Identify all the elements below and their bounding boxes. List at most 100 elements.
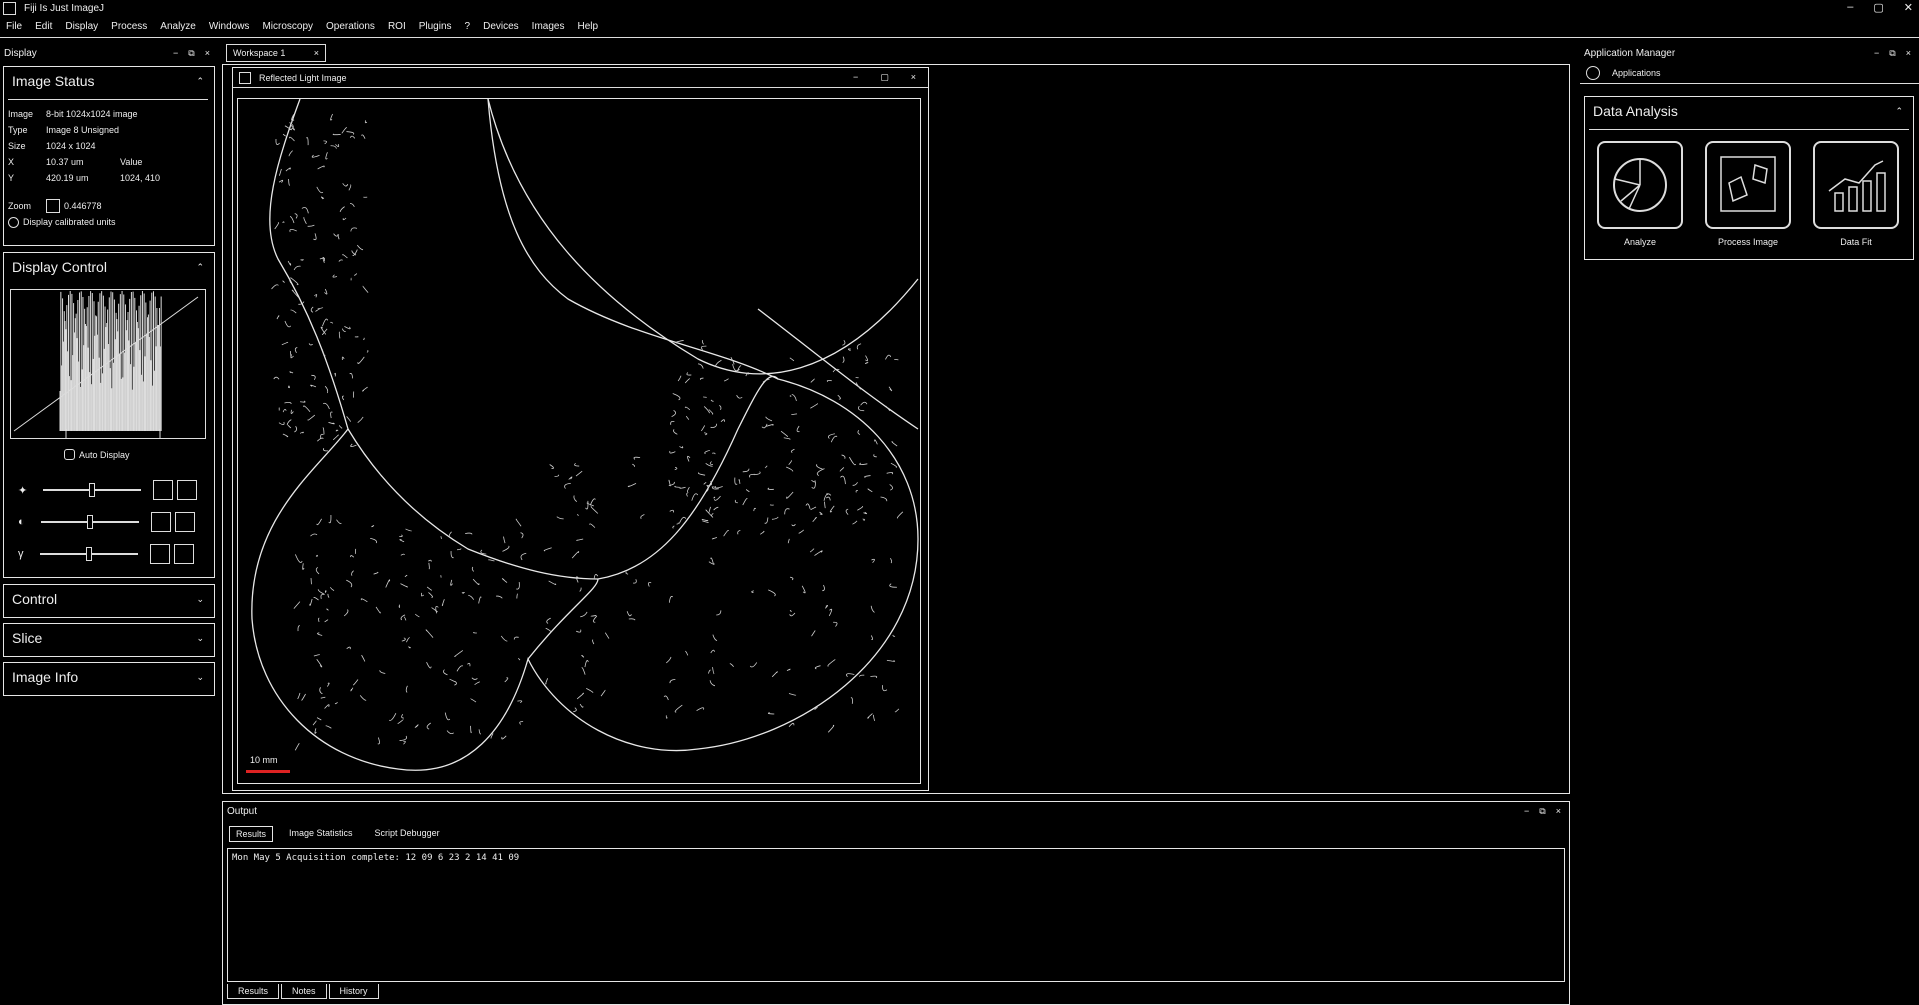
data-analysis-header[interactable]: Data Analysis ⌃ xyxy=(1585,97,1913,125)
expand-icon[interactable]: ⌄ xyxy=(196,672,204,683)
edge-stroke xyxy=(316,659,323,668)
expand-icon[interactable]: ⌄ xyxy=(196,594,204,605)
menu-windows[interactable]: Windows xyxy=(209,21,250,32)
menu-devices[interactable]: Devices xyxy=(483,21,519,32)
maximize-button[interactable]: ▢ xyxy=(1873,1,1883,14)
edge-stroke xyxy=(315,554,318,557)
edge-stroke xyxy=(576,514,579,516)
edge-stroke xyxy=(308,343,313,346)
menu-plugins[interactable]: Plugins xyxy=(419,21,452,32)
menu-analyze[interactable]: Analyze xyxy=(160,21,196,32)
edge-stroke xyxy=(299,431,304,434)
edge-stroke xyxy=(375,606,381,614)
collapse-icon[interactable]: ⌃ xyxy=(196,76,204,87)
edge-stroke xyxy=(278,179,284,183)
analyze-tile[interactable] xyxy=(1597,141,1683,229)
edge-stroke xyxy=(700,345,707,350)
slice-section[interactable]: Slice ⌄ xyxy=(3,623,215,657)
viewer-minimize-icon[interactable]: − xyxy=(853,72,858,83)
bottom-tab-notes[interactable]: Notes xyxy=(281,984,327,999)
data-fit-tile[interactable] xyxy=(1813,141,1899,229)
tab-results[interactable]: Results xyxy=(229,826,274,842)
apply-button[interactable] xyxy=(173,544,194,564)
menu-display[interactable]: Display xyxy=(65,21,98,32)
apply-button[interactable] xyxy=(174,512,195,532)
menu-question[interactable]: ? xyxy=(465,21,471,32)
edge-stroke xyxy=(450,579,453,586)
auto-display-checkbox[interactable] xyxy=(64,449,75,460)
slider-knob[interactable] xyxy=(86,515,93,529)
slider-knob[interactable] xyxy=(85,547,92,561)
panel-minimize-icon[interactable]: − xyxy=(173,48,178,59)
display-control-header[interactable]: Display Control ⌃ xyxy=(4,253,214,281)
edge-stroke xyxy=(343,609,349,617)
document-tab[interactable]: Workspace 1 × xyxy=(226,44,326,62)
menu-images[interactable]: Images xyxy=(532,21,565,32)
panel-minimize-icon[interactable]: − xyxy=(1874,48,1879,59)
edge-stroke xyxy=(399,539,405,543)
image-info-section[interactable]: Image Info ⌄ xyxy=(3,662,215,696)
panel-close-icon[interactable]: × xyxy=(1906,48,1911,59)
bottom-tab-results[interactable]: Results xyxy=(227,984,280,999)
viewer-close-icon[interactable]: × xyxy=(911,72,916,83)
menu-roi[interactable]: ROI xyxy=(388,21,406,32)
menu-microscopy[interactable]: Microscopy xyxy=(262,21,313,32)
zoom-icon[interactable] xyxy=(46,199,60,213)
panel-close-icon[interactable]: × xyxy=(205,48,210,59)
output-log[interactable]: Mon May 5 Acquisition complete: 12 09 6 … xyxy=(227,848,1565,982)
edge-stroke xyxy=(403,616,407,621)
menu-file[interactable]: File xyxy=(6,21,22,32)
histogram-chart[interactable] xyxy=(10,289,206,439)
edge-stroke xyxy=(581,654,585,658)
edge-stroke xyxy=(584,660,589,668)
edge-stroke xyxy=(364,120,368,124)
edge-stroke xyxy=(294,743,300,751)
reset-button[interactable] xyxy=(150,512,171,532)
menu-edit[interactable]: Edit xyxy=(35,21,52,32)
edge-stroke xyxy=(870,605,875,613)
panel-float-icon[interactable]: ⧉ xyxy=(188,48,194,59)
close-button[interactable]: ✕ xyxy=(1904,1,1913,14)
apply-button[interactable] xyxy=(177,480,198,500)
calibrated-checkbox[interactable] xyxy=(8,216,19,228)
gamma-slider[interactable] xyxy=(39,547,138,561)
reset-button[interactable] xyxy=(153,480,174,500)
edge-stroke xyxy=(633,456,641,460)
edge-stroke xyxy=(864,475,871,478)
brightness-slider[interactable] xyxy=(43,483,142,497)
tab-close-icon[interactable]: × xyxy=(314,48,319,58)
edge-stroke xyxy=(323,448,329,452)
panel-float-icon[interactable]: ⧉ xyxy=(1889,48,1895,59)
panel-close-icon[interactable]: × xyxy=(1556,806,1561,817)
expand-icon[interactable]: ⌄ xyxy=(196,633,204,644)
panel-float-icon[interactable]: ⧉ xyxy=(1539,806,1545,817)
menu-process[interactable]: Process xyxy=(111,21,147,32)
edge-stroke xyxy=(310,306,314,313)
panel-minimize-icon[interactable]: − xyxy=(1524,806,1529,817)
tab-image-statistics[interactable]: Image Statistics xyxy=(283,826,359,842)
edge-stroke xyxy=(428,592,434,598)
image-canvas[interactable]: 10 mm xyxy=(237,98,921,784)
gamma-icon: γ xyxy=(18,548,24,560)
viewer-maximize-icon[interactable]: ▢ xyxy=(880,72,889,83)
process-image-tile[interactable] xyxy=(1705,141,1791,229)
edge-stroke xyxy=(859,674,865,677)
home-icon[interactable] xyxy=(1586,65,1600,80)
image-status-header[interactable]: Image Status ⌃ xyxy=(4,67,214,95)
reset-button[interactable] xyxy=(149,544,170,564)
menu-operations[interactable]: Operations xyxy=(326,21,375,32)
minimize-button[interactable]: – xyxy=(1847,1,1853,14)
contrast-slider[interactable] xyxy=(40,515,139,529)
tab-script-debugger[interactable]: Script Debugger xyxy=(369,826,446,842)
edge-stroke xyxy=(842,339,846,346)
menu-help[interactable]: Help xyxy=(577,21,598,32)
collapse-icon[interactable]: ⌃ xyxy=(196,262,204,273)
edge-stroke xyxy=(326,682,330,687)
edge-stroke xyxy=(788,693,797,696)
slider-knob[interactable] xyxy=(89,483,96,497)
control-section[interactable]: Control ⌄ xyxy=(3,584,215,618)
edge-stroke xyxy=(863,511,868,515)
collapse-icon[interactable]: ⌃ xyxy=(1895,106,1903,117)
edge-stroke xyxy=(669,509,674,513)
bottom-tab-history[interactable]: History xyxy=(328,984,379,999)
